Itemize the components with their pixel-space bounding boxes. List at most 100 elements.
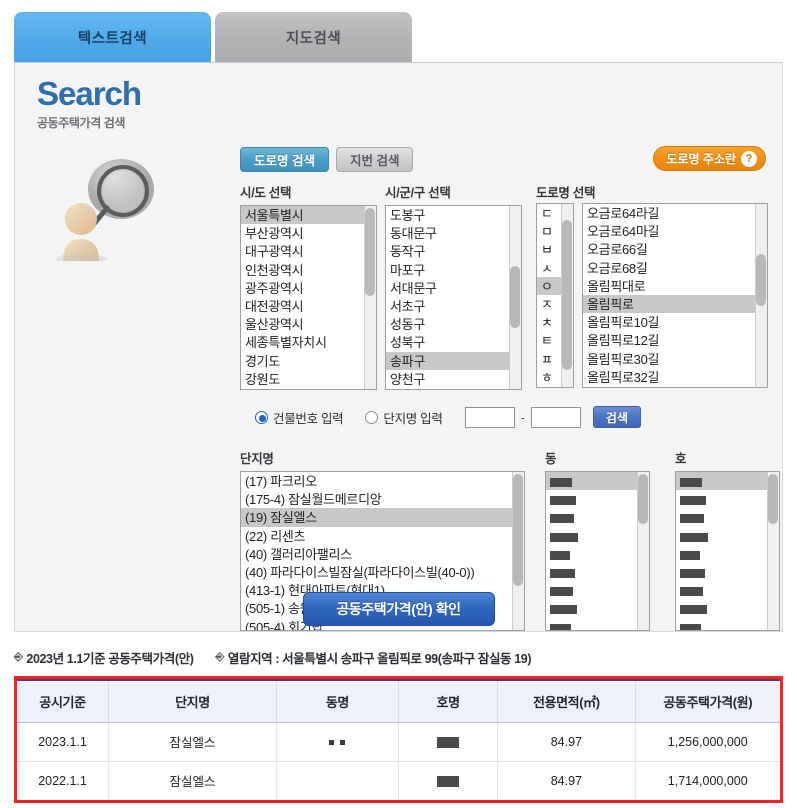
dong-item[interactable]: [546, 563, 649, 581]
redacted-value: [680, 532, 708, 542]
road-address-help-badge[interactable]: 도로명 주소란 ?: [653, 146, 766, 171]
ho-scrollbar[interactable]: [767, 472, 779, 630]
sigungu-item[interactable]: 동작구: [386, 242, 521, 260]
tab-text-search[interactable]: 텍스트검색: [14, 12, 211, 62]
sigungu-item[interactable]: 양천구: [386, 370, 521, 388]
sigungu-scrollbar[interactable]: [509, 206, 521, 389]
sido-item[interactable]: 인천광역시: [241, 261, 376, 279]
road-name-item[interactable]: 오금로66길: [583, 240, 767, 258]
ho-item[interactable]: [676, 618, 779, 630]
sigungu-item[interactable]: 성북구: [386, 333, 521, 351]
ho-item[interactable]: [676, 527, 779, 545]
complex-scrollbar[interactable]: [512, 472, 524, 630]
radio-complex-name[interactable]: 단지명 입력: [365, 408, 443, 427]
ho-item[interactable]: [676, 472, 779, 491]
sido-item[interactable]: 대구광역시: [241, 242, 376, 260]
dong-item[interactable]: [546, 508, 649, 526]
road-name-listbox[interactable]: 오금로64라길 오금로64마길 오금로66길 오금로68길 올림픽대로 올림픽로 올림픽로1…: [582, 203, 768, 388]
cell-price: 1,256,000,000: [635, 722, 780, 762]
sigungu-item[interactable]: 서대문구: [386, 279, 521, 297]
sido-scroll-thumb[interactable]: [365, 208, 375, 296]
cell-base-date: 2023.1.1: [17, 722, 110, 762]
road-name-item[interactable]: 올림픽로10길: [583, 313, 767, 331]
dong-item[interactable]: [546, 618, 649, 630]
sido-item[interactable]: 부산광역시: [241, 224, 376, 242]
sido-item[interactable]: 세종특별자치시: [241, 333, 376, 351]
dong-listbox[interactable]: [545, 471, 650, 631]
dong-scrollbar[interactable]: [637, 472, 649, 630]
complex-item[interactable]: (175-4) 잠실월드메르디앙: [241, 490, 524, 508]
confirm-price-button[interactable]: 공동주택가격(안) 확인: [302, 592, 495, 626]
road-name-item[interactable]: 올림픽로12길: [583, 331, 767, 349]
sigungu-item[interactable]: 도봉구: [386, 206, 521, 224]
road-name-item[interactable]: 올림픽대로: [583, 277, 767, 295]
sido-item[interactable]: 울산광역시: [241, 315, 376, 333]
ho-scroll-thumb[interactable]: [768, 474, 778, 524]
building-number-from-input[interactable]: [464, 406, 515, 428]
sigungu-item[interactable]: 마포구: [386, 261, 521, 279]
road-name-item[interactable]: 올림픽로: [583, 294, 767, 314]
radio-building-number[interactable]: 건물번호 입력: [255, 408, 344, 427]
cell-ho: [398, 761, 499, 800]
bracket-arrow-icon: ⎆: [215, 651, 224, 663]
search-mode-buttons: 도로명 검색 지번 검색: [240, 147, 414, 172]
table-row: 2022.1.1 잠실엘스 84.97 1,714,000,000: [17, 761, 780, 800]
info-base-date-text: 2023년 1.1기준 공동주택가격(안): [26, 652, 194, 666]
dong-item[interactable]: [546, 527, 649, 545]
sido-item[interactable]: 대전광역시: [241, 297, 376, 315]
dong-item[interactable]: [546, 545, 649, 563]
sigungu-item[interactable]: 동대문구: [386, 224, 521, 242]
dong-item[interactable]: [546, 581, 649, 599]
sigungu-item[interactable]: 서초구: [386, 297, 521, 315]
sigungu-listbox[interactable]: 도봉구 동대문구 동작구 마포구 서대문구 서초구 성동구 성북구 송파구 양천구: [385, 205, 522, 390]
ho-listbox[interactable]: [675, 471, 780, 631]
road-select-group: 도로명 선택 ㄷㅁㅂㅅㅇㅈㅊㅌㅍㅎ 오금로64라길 오금로64마길 오금로66길 오금…: [536, 182, 768, 388]
road-scrollbar[interactable]: [755, 204, 767, 387]
sido-item[interactable]: 광주광역시: [241, 279, 376, 297]
building-number-to-input[interactable]: [530, 406, 581, 428]
info-region: ⎆ 열람지역 : 서울특별시 송파구 올림픽로 99(송파구 잠실동 19): [215, 648, 531, 667]
ho-item[interactable]: [676, 490, 779, 508]
sigungu-scroll-thumb[interactable]: [510, 266, 520, 328]
sido-listbox[interactable]: 서울특별시 부산광역시 대구광역시 인천광역시 광주광역시 대전광역시 울산광역시 세종특별자…: [240, 205, 377, 390]
redacted-value: [550, 569, 575, 578]
ho-item[interactable]: [676, 599, 779, 617]
sido-item[interactable]: 강원도: [241, 370, 376, 388]
ho-item[interactable]: [676, 545, 779, 563]
dong-item[interactable]: [546, 599, 649, 617]
complex-scroll-thumb[interactable]: [513, 474, 523, 586]
dong-scroll-thumb[interactable]: [638, 474, 648, 524]
road-name-item[interactable]: 오금로68길: [583, 259, 767, 277]
complex-item[interactable]: (17) 파크리오: [241, 472, 524, 490]
ho-item[interactable]: [676, 581, 779, 599]
road-scroll-thumb[interactable]: [756, 254, 766, 306]
col-price: 공동주택가격(원): [635, 679, 780, 723]
dong-item[interactable]: [546, 472, 649, 491]
sido-item[interactable]: 서울특별시: [241, 206, 376, 225]
sido-label: 시/도 선택: [240, 186, 292, 200]
lot-number-search-button[interactable]: 지번 검색: [335, 147, 414, 172]
road-name-item[interactable]: 오금로64라길: [583, 204, 767, 222]
col-dong: 동명: [276, 679, 399, 723]
consonant-filter-listbox[interactable]: ㄷㅁㅂㅅㅇㅈㅊㅌㅍㅎ: [536, 203, 574, 388]
sido-scrollbar[interactable]: [364, 206, 376, 389]
road-name-item[interactable]: 오금로64마길: [583, 222, 767, 240]
road-name-item[interactable]: 올림픽로32길: [583, 368, 767, 386]
road-name-item[interactable]: 올림픽로30길: [583, 350, 767, 368]
complex-item[interactable]: (22) 리센츠: [241, 527, 524, 545]
road-name-search-button[interactable]: 도로명 검색: [240, 147, 329, 172]
ho-item[interactable]: [676, 508, 779, 526]
complex-item[interactable]: (40) 파라다이스빌잠실(파라다이스빌(40-0)): [241, 563, 524, 581]
dong-item[interactable]: [546, 490, 649, 508]
sigungu-item[interactable]: 송파구: [386, 351, 521, 370]
col-complex-name: 단지명: [108, 679, 277, 723]
complex-item[interactable]: (19) 잠실엘스: [241, 508, 524, 527]
sigungu-item[interactable]: 성동구: [386, 315, 521, 333]
consonant-scrollbar[interactable]: [561, 204, 573, 387]
sido-item[interactable]: 경기도: [241, 352, 376, 370]
ho-item[interactable]: [676, 563, 779, 581]
complex-item[interactable]: (40) 갤러리아팰리스: [241, 545, 524, 563]
tab-map-search[interactable]: 지도검색: [215, 12, 412, 62]
search-button[interactable]: 검색: [592, 406, 641, 428]
consonant-scroll-thumb[interactable]: [562, 220, 572, 370]
